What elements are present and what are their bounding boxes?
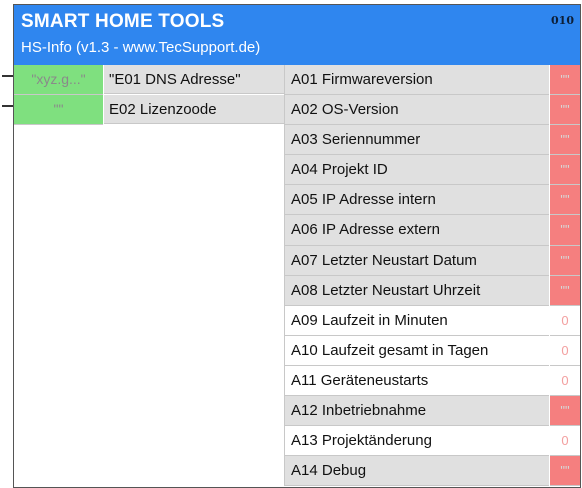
output-label: A07 Letzter Neustart Datum [284,245,549,276]
input-value[interactable]: "" [14,95,103,125]
input-label: E02 Lizenzoode [104,95,284,124]
output-row[interactable]: A05 IP Adresse intern "" [284,185,580,216]
output-row[interactable]: A11 Geräteneustarts 0 [284,365,580,397]
input-row[interactable]: "" E02 Lizenzoode [14,95,284,125]
output-value[interactable]: "" [550,396,580,427]
output-value[interactable]: "" [550,125,580,156]
input-connector-e02[interactable] [2,105,13,107]
output-row[interactable]: A08 Letzter Neustart Uhrzeit "" [284,275,580,306]
output-label: A10 Laufzeit gesamt in Tagen [284,335,549,366]
output-label: A02 OS-Version [284,95,549,126]
output-label: A14 Debug [284,456,549,487]
output-label: A05 IP Adresse intern [284,185,549,216]
output-value[interactable]: "" [550,245,580,276]
input-label: "E01 DNS Adresse" [104,65,284,94]
block-header[interactable]: SMART HOME TOOLS HS-Info (v1.3 - www.Tec… [14,5,580,65]
output-row[interactable]: A03 Seriennummer "" [284,125,580,156]
input-connector-e01[interactable] [2,75,13,77]
output-row[interactable]: A09 Laufzeit in Minuten 0 [284,305,580,336]
output-row[interactable]: A02 OS-Version "" [284,95,580,126]
logic-editor-canvas: SMART HOME TOOLS HS-Info (v1.3 - www.Tec… [0,0,582,488]
output-label: A08 Letzter Neustart Uhrzeit [284,275,549,306]
output-label: A12 Inbetriebnahme [284,396,549,427]
output-value[interactable]: "" [550,215,580,246]
output-label: A09 Laufzeit in Minuten [284,305,549,336]
output-value[interactable]: 0 [550,365,580,397]
output-value[interactable]: 0 [550,305,580,336]
output-label: A11 Geräteneustarts [284,365,549,397]
output-list: A01 Firmwareversion "" A02 OS-Version "" A03… [284,65,580,487]
output-label: A04 Projekt ID [284,155,549,186]
output-row[interactable]: A01 Firmwareversion "" [284,65,580,96]
output-value[interactable]: "" [550,95,580,126]
output-row[interactable]: A13 Projektänderung 0 [284,426,580,457]
output-value[interactable]: "" [550,65,580,96]
block-title: SMART HOME TOOLS [21,11,225,32]
output-row[interactable]: A12 Inbetriebnahme "" [284,396,580,427]
output-value[interactable]: 0 [550,426,580,457]
input-row[interactable]: "xyz.g..." "E01 DNS Adresse" [14,65,284,95]
output-label: A06 IP Adresse extern [284,215,549,246]
output-value[interactable]: "" [550,275,580,306]
output-row[interactable]: A04 Projekt ID "" [284,155,580,186]
output-row[interactable]: A06 IP Adresse extern "" [284,215,580,246]
output-value[interactable]: "" [550,185,580,216]
output-row[interactable]: A14 Debug "" [284,456,580,487]
output-value[interactable]: "" [550,456,580,487]
logic-block-hs-info[interactable]: SMART HOME TOOLS HS-Info (v1.3 - www.Tec… [13,4,581,488]
output-label: A03 Seriennummer [284,125,549,156]
block-subtitle: HS-Info (v1.3 - www.TecSupport.de) [21,39,261,56]
output-row[interactable]: A10 Laufzeit gesamt in Tagen 0 [284,335,580,366]
output-value[interactable]: 0 [550,335,580,366]
output-label: A13 Projektänderung [284,426,549,457]
input-list: "xyz.g..." "E01 DNS Adresse" "" E02 Lize… [14,65,284,125]
output-row[interactable]: A07 Letzter Neustart Datum "" [284,245,580,276]
block-id: 010 [551,14,574,27]
input-value[interactable]: "xyz.g..." [14,65,103,95]
output-value[interactable]: "" [550,155,580,186]
output-label: A01 Firmwareversion [284,65,549,96]
